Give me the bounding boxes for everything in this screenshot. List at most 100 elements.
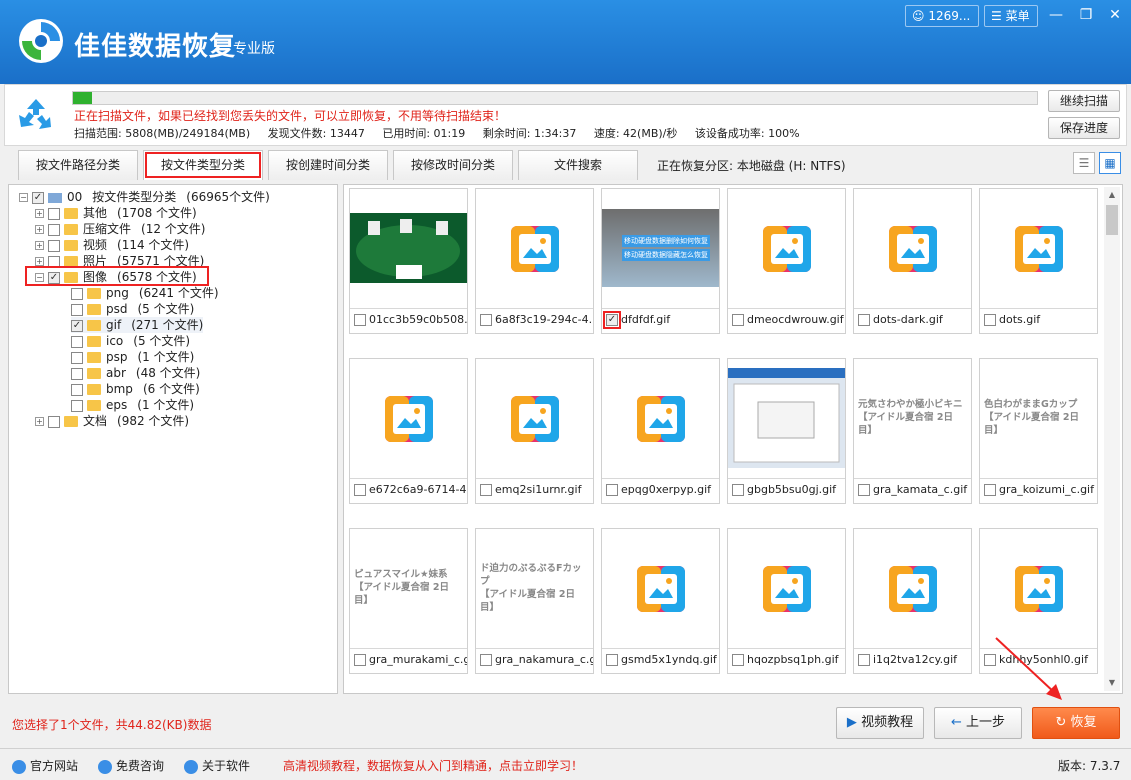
checkbox[interactable] [71,351,83,364]
checkbox[interactable] [71,367,83,380]
file-name: gra_nakamura_c.gif [495,653,593,666]
tab-file-search[interactable]: 文件搜索 [518,150,638,180]
grid-view-icon[interactable]: ▦ [1099,152,1121,174]
close-icon[interactable]: ✕ [1104,5,1126,25]
tree-root[interactable]: − ✓ 00 按文件类型分类 (66965个文件) [19,189,270,205]
scroll-up-icon[interactable]: ▲ [1104,187,1120,203]
prev-step-button[interactable]: ← 上一步 [934,707,1022,739]
collapse-icon[interactable]: − [19,193,28,202]
checkbox[interactable] [354,314,366,326]
continue-scan-button[interactable]: 继续扫描 [1048,90,1120,112]
scan-recycle-icon [19,99,51,129]
tree-item-png[interactable]: png (6241 个文件) [71,285,219,301]
scroll-thumb[interactable] [1106,205,1118,235]
checkbox[interactable] [354,484,366,496]
file-name: 6a8f3c19-294c-4... [495,313,593,326]
file-card[interactable]: dots.gif [979,188,1098,334]
checkbox[interactable] [732,314,744,326]
checkbox[interactable] [984,484,996,496]
checkbox[interactable] [858,484,870,496]
file-card[interactable]: emq2si1urnr.gif [475,358,594,504]
recover-button[interactable]: ↻ 恢复 [1032,707,1120,739]
file-card[interactable]: dots-dark.gif [853,188,972,334]
expand-icon[interactable]: + [35,225,44,234]
user-account-button[interactable]: ☺ 1269... [905,5,979,27]
tree-item-psp[interactable]: psp (1 个文件) [71,349,194,365]
file-card[interactable]: 元気さわやか極小ビキニ 【アイドル夏合宿 2日目】 gra_kamata_c.gi… [853,358,972,504]
tree-item-other[interactable]: + 其他 (1708 个文件) [35,205,197,221]
free-consult-link[interactable]: 免费咨询 [98,757,164,774]
checkbox[interactable] [48,207,60,220]
checkbox[interactable] [606,654,618,666]
tab-by-modified[interactable]: 按修改时间分类 [393,150,513,180]
expand-icon[interactable]: + [35,241,44,250]
tree-item-eps[interactable]: eps (1 个文件) [71,397,194,413]
tree-item-psd[interactable]: psd (5 个文件) [71,301,194,317]
checkbox[interactable]: ✓ [32,191,44,204]
file-card[interactable]: epqg0xerpyp.gif [601,358,720,504]
file-card[interactable]: e672c6a9-6714-4... [349,358,468,504]
checkbox[interactable] [480,484,492,496]
checkbox[interactable] [71,399,83,412]
tree-item-gif[interactable]: ✓ gif (271 个文件) [71,317,204,333]
restore-icon[interactable]: ❐ [1075,5,1097,25]
checkbox[interactable] [48,415,60,428]
folder-icon [87,288,101,299]
checkbox[interactable] [858,654,870,666]
promo-link[interactable]: 高清视频教程，数据恢复从入门到精通，点击立即学习！ [283,757,583,774]
file-card[interactable]: ピュアスマイル★妹系 【アイドル夏合宿 2日目】 gra_murakami_c.g… [349,528,468,674]
tree-item-archives[interactable]: + 压缩文件 (12 个文件) [35,221,205,237]
file-card[interactable]: 移动硬盘数据删除如何恢复 移动硬盘数据隐藏怎么恢复 ✓ dfdfdf.gif [601,188,720,334]
scroll-down-icon[interactable]: ▼ [1104,675,1120,691]
file-card[interactable]: 色白わがままGカップ 【アイドル夏合宿 2日目】 gra_koizumi_c.gi… [979,358,1098,504]
checkbox[interactable] [48,223,60,236]
menu-button[interactable]: ☰ 菜单 [984,5,1038,27]
tree-item-bmp[interactable]: bmp (6 个文件) [71,381,200,397]
checkbox[interactable] [480,654,492,666]
save-progress-button[interactable]: 保存进度 [1048,117,1120,139]
file-card[interactable]: 6a8f3c19-294c-4... [475,188,594,334]
checkbox[interactable] [71,303,83,316]
video-tutorial-button[interactable]: ▶ 视频教程 [836,707,924,739]
tab-by-created[interactable]: 按创建时间分类 [268,150,388,180]
video-tutorial-label: 视频教程 [861,715,914,730]
checkbox[interactable]: ✓ [71,319,83,332]
checkbox[interactable] [984,314,996,326]
official-site-link[interactable]: 官方网站 [12,757,78,774]
tree-item-label: psp [106,350,128,364]
file-card[interactable]: hqozpbsq1ph.gif [727,528,846,674]
checkbox[interactable] [48,239,60,252]
expand-icon[interactable]: + [35,417,44,426]
checkbox[interactable] [71,383,83,396]
checkbox[interactable] [858,314,870,326]
tab-by-type[interactable]: 按文件类型分类 [143,150,263,180]
checkbox[interactable] [480,314,492,326]
checkbox[interactable] [732,484,744,496]
list-view-icon[interactable]: ☰ [1073,152,1095,174]
grid-scrollbar[interactable]: ▲ ▼ [1104,187,1120,691]
checkbox[interactable] [606,484,618,496]
file-card[interactable]: dmeocdwrouw.gif [727,188,846,334]
tree-item-video[interactable]: + 视频 (114 个文件) [35,237,189,253]
tree-item-count: (5 个文件) [133,334,191,348]
tree-item-ico[interactable]: ico (5 个文件) [71,333,190,349]
tree-item-documents[interactable]: + 文档 (982 个文件) [35,413,189,429]
checkbox[interactable]: ✓ [603,311,621,329]
file-card[interactable]: 01cc3b59c0b508... [349,188,468,334]
checkbox[interactable] [732,654,744,666]
checkbox[interactable] [354,654,366,666]
expand-icon[interactable]: + [35,209,44,218]
file-card[interactable]: gbgb5bsu0gj.gif [727,358,846,504]
file-card[interactable]: gsmd5x1yndq.gif [601,528,720,674]
checkbox[interactable] [71,287,83,300]
tree-item-label: png [106,286,129,300]
file-card[interactable]: i1q2tva12cy.gif [853,528,972,674]
thumbnail [728,359,845,476]
file-card[interactable]: ド迫力のぷるぷるFカップ 【アイドル夏合宿 2日目】 gra_nakamura_c… [475,528,594,674]
tab-by-path[interactable]: 按文件路径分类 [18,150,138,180]
checkbox[interactable] [71,335,83,348]
minimize-icon[interactable]: — [1045,5,1067,25]
about-link[interactable]: 关于软件 [184,757,250,774]
expand-icon[interactable]: + [35,257,44,266]
tree-item-abr[interactable]: abr (48 个文件) [71,365,200,381]
